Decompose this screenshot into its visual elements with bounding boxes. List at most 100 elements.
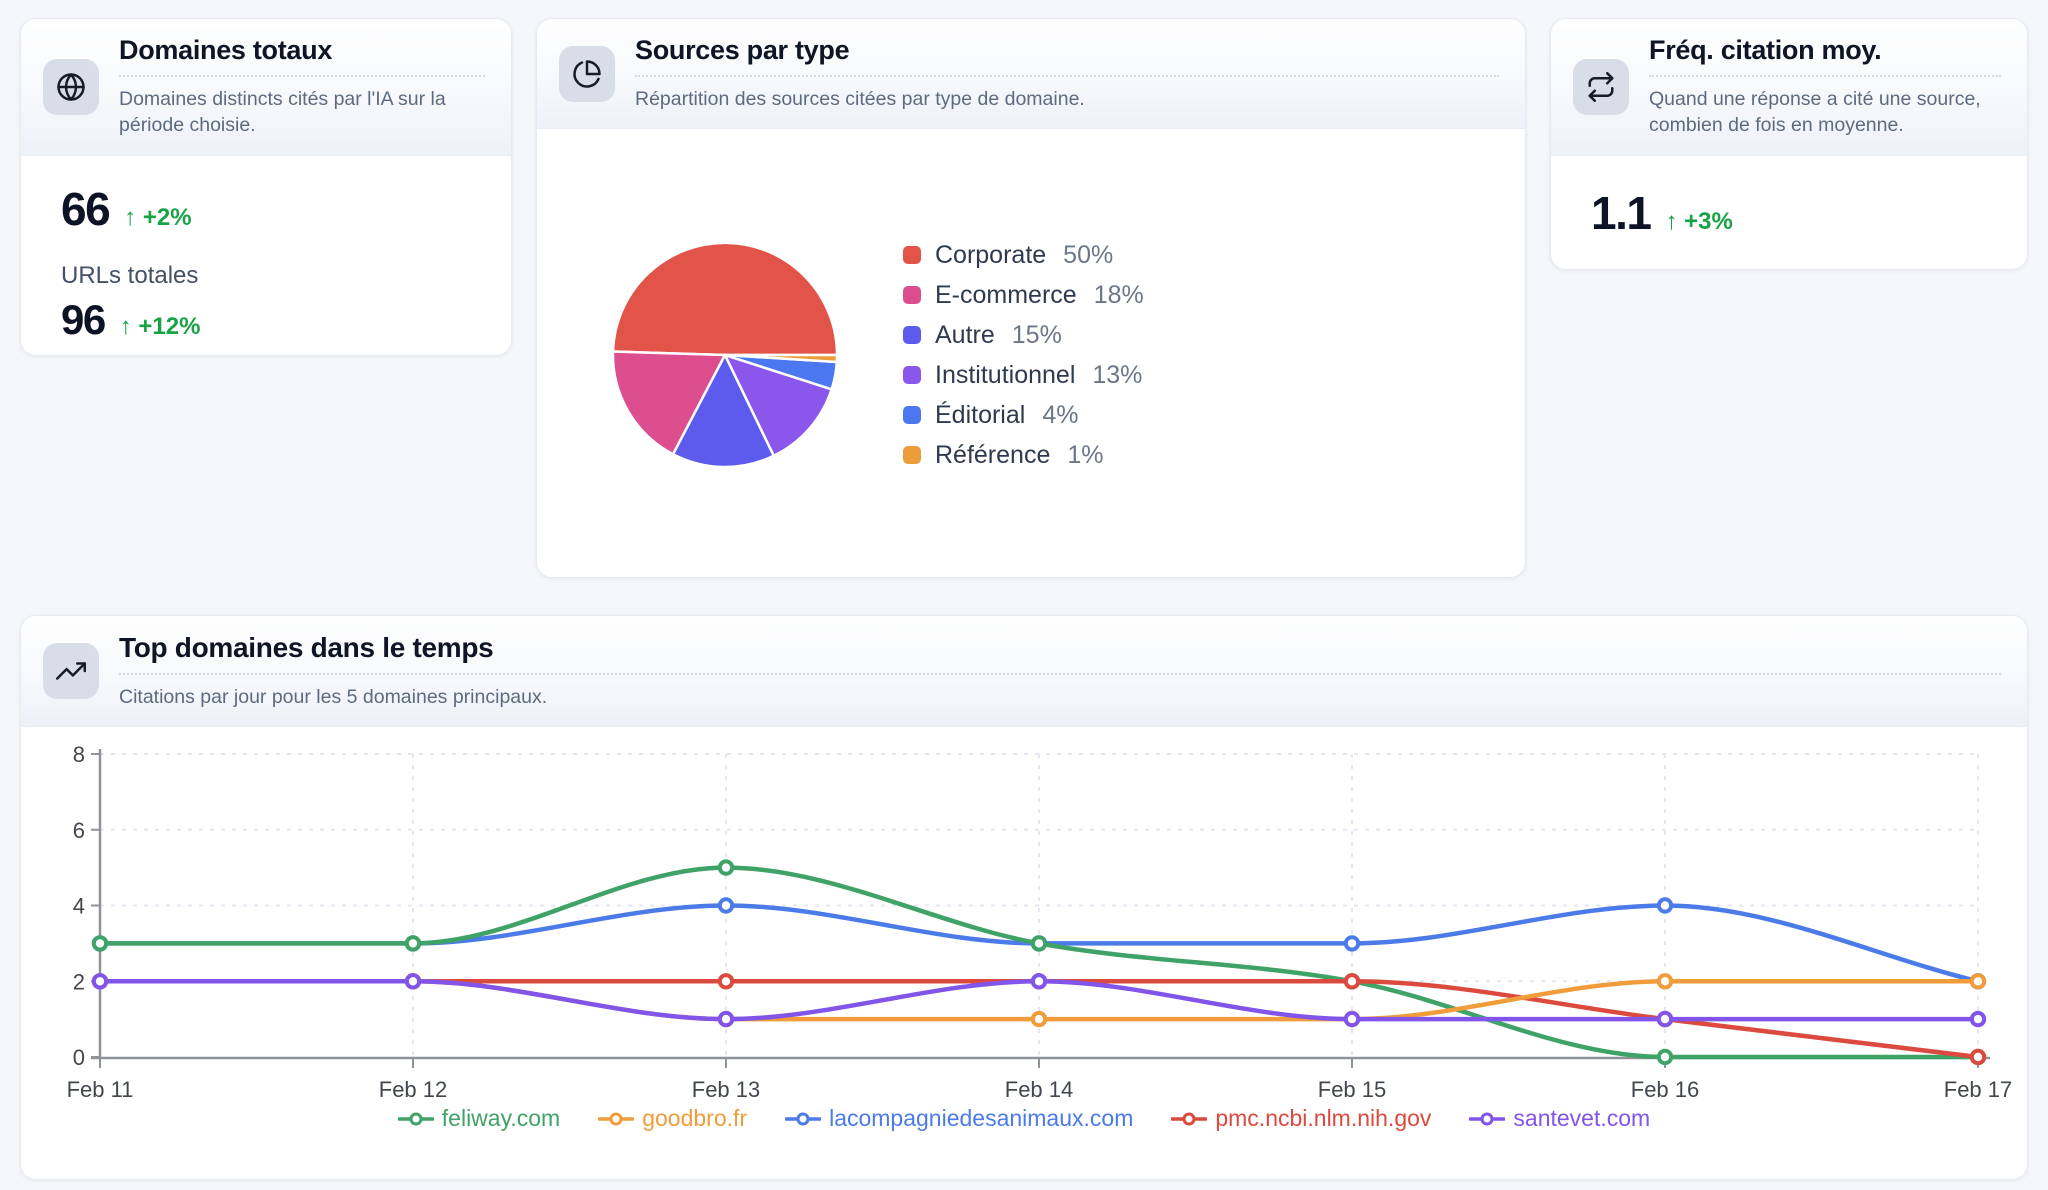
data-point-goodbro.fr	[1972, 975, 1984, 987]
pie-legend: Corporate 50% E-commerce 18% Autre 15% Institu…	[903, 241, 1144, 470]
legend-label: pmc.ncbi.nlm.nih.gov	[1215, 1105, 1431, 1132]
urls-delta: ↑ +12%	[120, 313, 201, 341]
kpi-secondary-row: 96 ↑ +12%	[61, 296, 485, 344]
urls-total-value: 96	[61, 296, 105, 344]
x-tick-label: Feb 14	[1005, 1077, 1074, 1102]
data-point-pmc.ncbi.nlm.nih.gov	[720, 975, 732, 987]
data-point-santevet.com	[1972, 1013, 1984, 1025]
card-description: Citations par jour pour les 5 domaines p…	[119, 684, 2001, 710]
legend-label: feliway.com	[442, 1105, 560, 1132]
kpi-primary-row: 66 ↑ +2%	[61, 182, 485, 236]
domains-total-value: 66	[61, 182, 109, 236]
legend-label: santevet.com	[1513, 1105, 1650, 1132]
up-arrow-icon: ↑	[124, 204, 136, 231]
card-header: Fréq. citation moy. Quand une réponse a …	[1551, 19, 2027, 156]
legend-line-marker-icon	[1469, 1111, 1505, 1127]
data-point-feliway.com	[1033, 938, 1045, 950]
card-description: Quand une réponse a cité une source, com…	[1649, 86, 2001, 139]
card-freq-citation: Fréq. citation moy. Quand une réponse a …	[1550, 18, 2028, 270]
card-header: Top domaines dans le temps Citations par…	[21, 616, 2027, 727]
line-legend-item-lacompagniedesanimaux.com[interactable]: lacompagniedesanimaux.com	[785, 1105, 1133, 1132]
data-point-feliway.com	[94, 938, 106, 950]
legend-line-marker-icon	[785, 1111, 821, 1127]
legend-swatch	[903, 326, 921, 344]
legend-label: Référence	[935, 441, 1050, 470]
card-title: Domaines totaux	[119, 35, 485, 77]
legend-line-marker-icon	[1171, 1111, 1207, 1127]
kpi-body: 1.1 ↑ +3%	[1551, 156, 2027, 240]
line-legend-item-feliway.com[interactable]: feliway.com	[398, 1105, 560, 1132]
y-tick-label: 6	[73, 818, 85, 843]
pie-chart-body: Corporate 50% E-commerce 18% Autre 15% Institu…	[537, 129, 1525, 578]
data-point-lacompagniedesanimaux.com	[1659, 900, 1671, 912]
data-point-goodbro.fr	[1033, 1013, 1045, 1025]
legend-label: lacompagniedesanimaux.com	[829, 1105, 1133, 1132]
line-legend-item-pmc.ncbi.nlm.nih.gov[interactable]: pmc.ncbi.nlm.nih.gov	[1171, 1105, 1431, 1132]
card-title: Fréq. citation moy.	[1649, 35, 2001, 77]
data-point-santevet.com	[94, 975, 106, 987]
data-point-feliway.com	[720, 862, 732, 874]
data-point-santevet.com	[1346, 1013, 1358, 1025]
freq-delta: ↑ +3%	[1665, 208, 1732, 236]
legend-label: Corporate	[935, 241, 1046, 270]
card-description: Répartition des sources citées par type …	[635, 86, 1499, 112]
data-point-santevet.com	[720, 1013, 732, 1025]
pie-chart-icon	[559, 46, 615, 102]
pie-chart	[609, 239, 841, 471]
x-tick-label: Feb 11	[67, 1077, 134, 1102]
line-chart-legend: feliway.com goodbro.fr lacompagniedesanima…	[21, 1105, 2027, 1132]
pie-legend-item-e-commerce[interactable]: E-commerce 18%	[903, 281, 1144, 310]
line-chart: 02468Feb 11Feb 12Feb 13Feb 14Feb 15Feb 1…	[61, 741, 2011, 1103]
data-point-goodbro.fr	[1659, 975, 1671, 987]
legend-label: goodbro.fr	[642, 1105, 747, 1132]
legend-percent: 50%	[1063, 241, 1113, 270]
x-tick-label: Feb 12	[379, 1077, 448, 1102]
data-point-lacompagniedesanimaux.com	[1346, 938, 1358, 950]
data-point-pmc.ncbi.nlm.nih.gov	[1972, 1051, 1984, 1063]
legend-percent: 15%	[1012, 321, 1062, 350]
card-sources-par-type: Sources par type Répartition des sources…	[536, 18, 1526, 578]
line-legend-item-goodbro.fr[interactable]: goodbro.fr	[598, 1105, 747, 1132]
legend-percent: 13%	[1092, 361, 1142, 390]
globe-icon	[43, 59, 99, 115]
line-feliway.com	[100, 868, 1978, 1057]
legend-percent: 1%	[1067, 441, 1103, 470]
pie-legend-item-éditorial[interactable]: Éditorial4%	[903, 401, 1144, 430]
x-tick-label: Feb 15	[1318, 1077, 1387, 1102]
trending-up-icon	[43, 643, 99, 699]
legend-line-marker-icon	[398, 1111, 434, 1127]
header-text: Domaines totaux Domaines distincts cités…	[119, 35, 485, 139]
data-point-feliway.com	[1659, 1051, 1671, 1063]
y-tick-label: 8	[73, 742, 85, 767]
card-header: Sources par type Répartition des sources…	[537, 19, 1525, 129]
legend-percent: 18%	[1094, 281, 1144, 310]
legend-line-marker-icon	[598, 1111, 634, 1127]
repeat-icon	[1573, 59, 1629, 115]
data-point-lacompagniedesanimaux.com	[720, 900, 732, 912]
pie-legend-item-référence[interactable]: Référence 1%	[903, 441, 1144, 470]
top-cards-row: Domaines totaux Domaines distincts cités…	[20, 18, 2028, 578]
card-top-domaines: Top domaines dans le temps Citations par…	[20, 615, 2028, 1180]
legend-label: Institutionnel	[935, 361, 1075, 390]
data-point-santevet.com	[1033, 975, 1045, 987]
freq-citation-value: 1.1	[1591, 186, 1650, 240]
legend-swatch	[903, 366, 921, 384]
x-tick-label: Feb 16	[1631, 1077, 1700, 1102]
legend-swatch	[903, 406, 921, 424]
y-tick-label: 2	[73, 970, 85, 995]
header-text: Fréq. citation moy. Quand une réponse a …	[1649, 35, 2001, 139]
urls-total-label: URLs totales	[61, 262, 485, 290]
legend-swatch	[903, 446, 921, 464]
line-legend-item-santevet.com[interactable]: santevet.com	[1469, 1105, 1650, 1132]
card-title: Top domaines dans le temps	[119, 632, 2001, 675]
legend-label: Autre	[935, 321, 995, 350]
pie-legend-item-corporate[interactable]: Corporate 50%	[903, 241, 1144, 270]
kpi-body: 66 ↑ +2% URLs totales 96 ↑ +12%	[21, 156, 511, 344]
legend-label: E-commerce	[935, 281, 1077, 310]
data-point-santevet.com	[407, 975, 419, 987]
card-header: Domaines totaux Domaines distincts cités…	[21, 19, 511, 156]
data-point-santevet.com	[1659, 1013, 1671, 1025]
dashboard-page: Domaines totaux Domaines distincts cités…	[0, 0, 2048, 1190]
pie-legend-item-institutionnel[interactable]: Institutionnel 13%	[903, 361, 1144, 390]
pie-legend-item-autre[interactable]: Autre 15%	[903, 321, 1144, 350]
